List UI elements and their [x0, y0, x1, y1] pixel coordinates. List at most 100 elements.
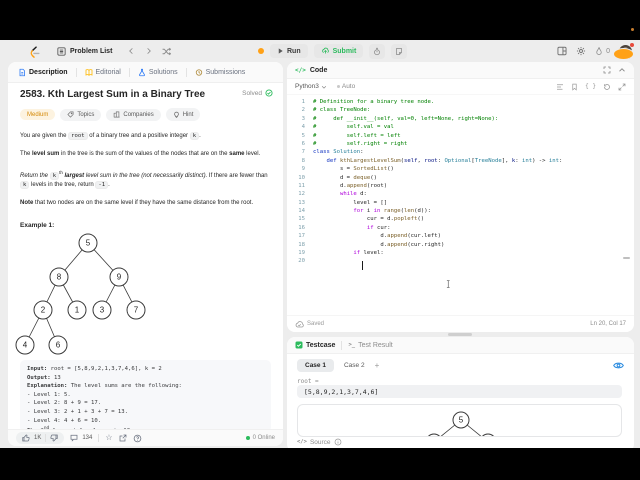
flask-icon	[138, 68, 145, 76]
thumbs-down-icon[interactable]	[50, 434, 58, 442]
layout-icon[interactable]	[557, 46, 567, 56]
topics-badge[interactable]: Topics	[60, 108, 102, 121]
example-tree-diagram: 5 8 9 2 1 3 7 4 6	[15, 233, 146, 355]
problem-paragraph: Note that two nodes are on the same leve…	[20, 200, 254, 206]
example-io-block: Input: root = [5,8,9,2,1,3,7,4,6], k = 2…	[20, 360, 271, 430]
tab-submissions[interactable]: Submissions	[193, 68, 248, 77]
braces-icon[interactable]: { }	[585, 83, 596, 90]
svg-text:1: 1	[75, 306, 80, 315]
thumbs-up-icon[interactable]	[22, 434, 30, 442]
shuffle-icon[interactable]	[162, 47, 172, 56]
source-button[interactable]: </> Source	[297, 438, 342, 446]
example-line: - Level 4: 4 + 6 = 10.	[27, 417, 102, 424]
companies-badge[interactable]: Companies	[106, 108, 161, 121]
comments-button[interactable]: 134	[70, 434, 92, 442]
bookmark-icon[interactable]	[571, 83, 578, 91]
code-line: 6 # self.right = right	[287, 140, 634, 148]
add-case-button[interactable]: +	[375, 361, 380, 370]
difficulty-badge[interactable]: Medium	[20, 109, 56, 120]
expand-icon[interactable]	[603, 66, 611, 74]
tab-test-result[interactable]: >_ Test Result	[348, 342, 392, 349]
example-line: - Level 3: 2 + 1 + 3 + 7 = 13.	[27, 408, 129, 415]
line-number: 18	[298, 241, 305, 248]
maximize-icon[interactable]	[618, 83, 626, 91]
feedback-button[interactable]	[133, 434, 142, 443]
terminal-icon: >_	[348, 342, 356, 348]
favorite-star-icon[interactable]: ☆	[105, 434, 112, 442]
code-line: 9 s = SortedList()	[287, 165, 634, 173]
submit-button[interactable]: Submit	[313, 44, 364, 58]
language-selector[interactable]: Python3	[295, 83, 327, 90]
share-button[interactable]	[119, 434, 127, 442]
code-line: 5 # self.left = left	[287, 132, 634, 140]
avatar[interactable]	[613, 42, 634, 60]
prev-problem-icon[interactable]	[128, 47, 135, 55]
scrollbar-marker[interactable]	[623, 257, 630, 259]
check-circle-icon	[265, 89, 273, 97]
like-count: 1K	[34, 435, 42, 441]
description-content[interactable]: 2583. Kth Largest Sum in a Binary Tree S…	[8, 83, 283, 430]
example-line: Input: root = [5,8,9,2,1,3,7,4,6], k = 2	[27, 366, 162, 372]
panel-resize-handle[interactable]	[448, 333, 472, 336]
code-toolbar: Python3 Auto { }	[287, 79, 634, 95]
code-lines: 1 # Definition for a binary tree node. 2 # …	[287, 94, 634, 266]
cloud-check-icon	[295, 320, 304, 327]
cursor-position: Ln 20, Col 17	[590, 321, 626, 327]
svg-text:5: 5	[86, 239, 91, 248]
reset-icon[interactable]	[603, 83, 611, 91]
play-icon	[278, 48, 283, 54]
auto-toggle[interactable]: Auto	[336, 83, 355, 90]
problem-list-button[interactable]: Problem List	[57, 46, 112, 56]
notification-dot	[630, 42, 634, 47]
code-editor[interactable]: 1 # Definition for a binary tree node. 2 # …	[287, 94, 634, 316]
timer-button[interactable]	[369, 43, 386, 59]
line-number: 2	[301, 107, 305, 114]
tab-solutions[interactable]: Solutions	[136, 68, 180, 77]
line-number: 16	[298, 224, 305, 231]
code-line: 15 cur = d.popleft()	[287, 215, 634, 223]
code-line: 17 d.append(cur.left)	[287, 232, 634, 240]
tab-editorial[interactable]: Editorial	[83, 68, 123, 77]
vote-group: 1K	[16, 432, 65, 444]
tab-description[interactable]: Description	[16, 68, 70, 77]
collapse-chevron-icon[interactable]	[618, 66, 626, 74]
leetcode-logo[interactable]	[28, 44, 41, 59]
svg-text:8: 8	[57, 273, 62, 282]
hint-badge[interactable]: Hint	[165, 108, 201, 121]
streak-counter[interactable]: 0	[595, 46, 610, 56]
line-number: 3	[301, 115, 305, 122]
testcase-panel: Testcase >_ Test Result Case 1 Case 2 +	[287, 337, 634, 452]
code-icon: </>	[297, 439, 307, 445]
visualize-eye-icon[interactable]	[613, 361, 624, 370]
format-icon[interactable]	[556, 83, 564, 91]
line-number: 14	[298, 208, 305, 215]
premium-badge	[613, 47, 634, 60]
code-line: 2 # class TreeNode:	[287, 106, 634, 114]
tree-preview-diagram: 5	[427, 411, 495, 436]
next-problem-icon[interactable]	[145, 47, 152, 55]
run-button[interactable]: Run	[270, 44, 308, 58]
settings-gear-icon[interactable]	[576, 46, 586, 56]
example-line: Output: 13	[27, 374, 61, 381]
line-number: 6	[301, 140, 305, 147]
code-editor-panel: </> Code Python3 Auto {} 1 # Definition…	[287, 62, 634, 332]
description-footer: 1K 134 ☆ 0 Online	[8, 429, 283, 446]
question-circle-icon	[133, 434, 141, 442]
svg-text:3: 3	[100, 306, 105, 315]
code-line: 20	[287, 257, 634, 265]
problem-paragraph: Return the kth largest level sum in the …	[20, 170, 268, 189]
problem-list-icon	[57, 46, 66, 56]
notes-button[interactable]	[391, 43, 408, 59]
line-number: 13	[298, 199, 305, 206]
tab-testcase[interactable]: Testcase	[295, 341, 335, 349]
code-line: 19 if level:	[287, 249, 634, 257]
root-input-field[interactable]: [5,8,9,2,1,3,7,4,6]	[297, 385, 622, 398]
line-number: 9	[301, 166, 305, 173]
recording-dot	[631, 28, 634, 31]
case-1-button[interactable]: Case 1	[297, 359, 334, 372]
check-square-icon	[295, 341, 303, 349]
svg-text:5: 5	[459, 416, 464, 425]
code-line: 7 class Solution:	[287, 148, 634, 156]
case-2-button[interactable]: Case 2	[342, 359, 367, 372]
line-number: 10	[298, 174, 305, 181]
